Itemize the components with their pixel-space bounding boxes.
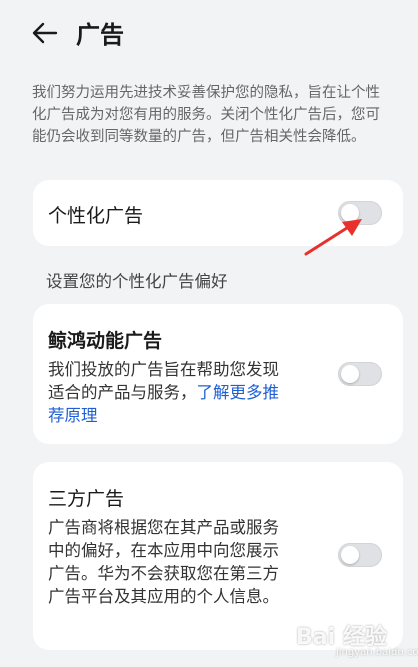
toggle-knob (341, 546, 359, 564)
watermark-subtext: jingyan.baidu.com (336, 647, 418, 658)
toggle-knob (341, 365, 359, 383)
whale-ads-title: 鲸鸿动能广告 (48, 330, 163, 352)
privacy-intro-text: 我们努力运用先进技术妥善保护您的隐私，旨在让个性化广告成为对您有用的服务。关闭个… (32, 85, 380, 145)
whale-ads-card: 鲸鸿动能广告 我们投放的广告旨在帮助您发现适合的产品与服务，了解更多推荐原理 (33, 304, 403, 444)
app-header: 广告 (0, 0, 418, 70)
arrow-left-icon (32, 22, 58, 44)
third-party-ads-toggle[interactable] (338, 543, 382, 567)
page-title: 广告 (76, 21, 124, 49)
third-party-ads-description: 广告商将根据您在其产品或服务中的偏好，在本应用中向您展示广告。华为不会获取您在第… (48, 518, 279, 606)
baidu-jingyan-watermark: Bai 经验 jingyan.baidu.com (296, 613, 418, 663)
third-party-ads-title: 三方广告 (48, 488, 125, 510)
personalized-ads-label: 个性化广告 (48, 205, 144, 227)
preferences-section-label: 设置您的个性化广告偏好 (46, 272, 228, 291)
back-button[interactable] (28, 16, 62, 50)
whale-ads-description: 我们投放的广告旨在帮助您发现适合的产品与服务，了解更多推荐原理 (48, 358, 283, 427)
whale-ads-toggle[interactable] (338, 362, 382, 386)
red-arrow-annotation (304, 219, 362, 256)
